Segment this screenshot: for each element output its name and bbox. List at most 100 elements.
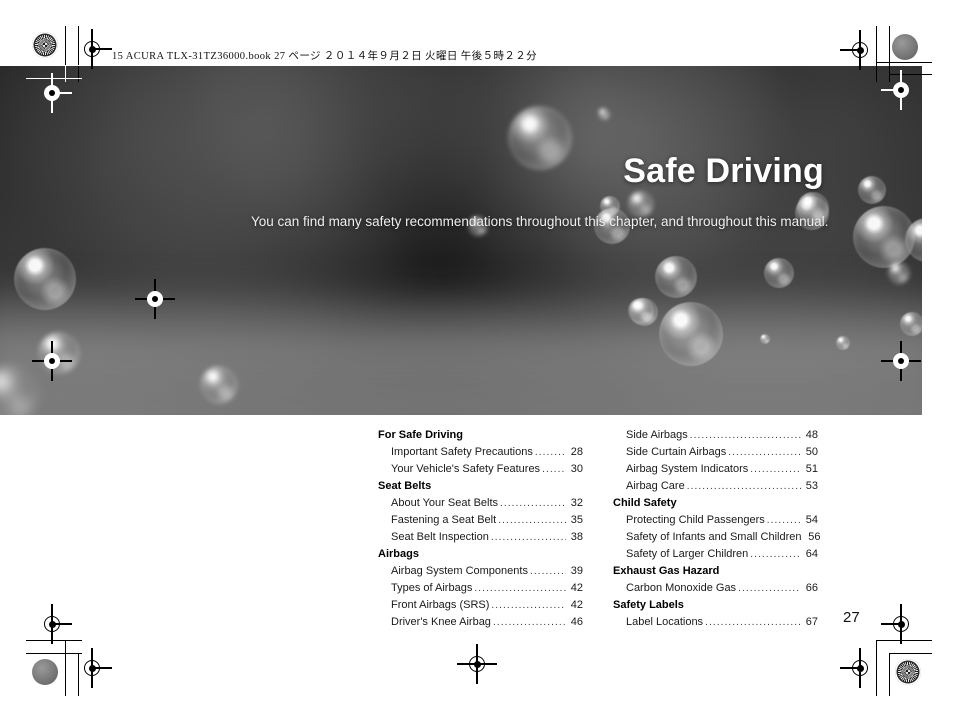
toc-entry[interactable]: Types of Airbags........................…: [378, 580, 583, 597]
toc-right-column: Side Airbags............................…: [613, 427, 821, 631]
toc-entry[interactable]: Side Airbags............................…: [613, 427, 818, 444]
crop-line: [876, 62, 932, 64]
registration-crosshair-icon: [32, 604, 72, 644]
toc-entry-label: Safety of Larger Children: [626, 548, 749, 560]
toc-leader-dots: ........................................…: [766, 515, 801, 526]
crop-line: [78, 26, 80, 82]
toc-entry-page: 28: [570, 446, 583, 458]
toc-entry[interactable]: Front Airbags (SRS).....................…: [378, 597, 583, 614]
bubble: [888, 262, 910, 284]
toc-section-heading: Child Safety: [613, 497, 677, 509]
toc-leader-dots: ........................................…: [750, 464, 801, 475]
toc-entry-page: 66: [805, 582, 818, 594]
toc-leader-dots: ........................................…: [492, 617, 566, 628]
toc-entry[interactable]: Driver's Knee Airbag....................…: [378, 614, 583, 631]
toc-entry-page: 46: [570, 616, 583, 628]
toc-leader-dots: ........................................…: [474, 583, 566, 594]
registration-crosshair-icon: [840, 648, 880, 688]
toc-leader-dots: ........................................…: [689, 430, 801, 441]
toc-entry-label: Airbag Care: [626, 480, 685, 492]
bubble: [659, 302, 723, 366]
bubble: [628, 298, 654, 324]
toc-entry[interactable]: Airbag Care.............................…: [613, 478, 818, 495]
bubble: [858, 176, 886, 204]
toc-entry-page: 50: [805, 446, 818, 458]
toc-entry[interactable]: Your Vehicle's Safety Features..........…: [378, 461, 583, 478]
toc-entry-page: 51: [805, 463, 818, 475]
toc-entry[interactable]: About Your Seat Belts...................…: [378, 495, 583, 512]
toc-entry[interactable]: Carbon Monoxide Gas.....................…: [613, 580, 818, 597]
crop-line: [26, 640, 82, 642]
toc-section-heading: Safety Labels: [613, 599, 684, 611]
gray-density-patch-icon: [892, 34, 918, 60]
toc-leader-dots: ........................................…: [686, 481, 801, 492]
registration-crosshair-icon: [881, 604, 921, 644]
color-registration-star-icon: [895, 659, 921, 685]
toc-entry-label: Side Airbags: [626, 429, 688, 441]
toc-leader-dots: ........................................…: [498, 515, 566, 526]
registration-crosshair-icon: [32, 73, 72, 113]
toc-entry-page: 30: [570, 463, 583, 475]
toc-entry-label: Types of Airbags: [391, 582, 473, 594]
crop-line: [876, 26, 878, 82]
registration-crosshair-icon: [840, 30, 880, 70]
bubble: [655, 256, 697, 298]
registration-crosshair-icon: [457, 644, 497, 684]
color-registration-star-icon: [32, 32, 58, 58]
toc-entry[interactable]: Label Locations.........................…: [613, 614, 818, 631]
crop-line: [889, 653, 891, 696]
toc-entry-page: 42: [570, 599, 583, 611]
toc-entry-label: Fastening a Seat Belt: [391, 514, 497, 526]
toc-entry-label: Airbag System Indicators: [626, 463, 749, 475]
toc-leader-dots: ........................................…: [500, 498, 566, 509]
toc-leader-dots: ........................................…: [529, 566, 566, 577]
registration-crosshair-icon: [72, 648, 112, 688]
toc-entry-label: About Your Seat Belts: [391, 497, 499, 509]
chapter-hero-image: Safe Driving You can find many safety re…: [0, 66, 922, 415]
toc-section-heading: For Safe Driving: [378, 429, 463, 441]
toc-entry-label: Driver's Knee Airbag: [391, 616, 491, 628]
toc-entry[interactable]: Protecting Child Passengers.............…: [613, 512, 818, 529]
crop-line: [26, 65, 82, 67]
bubble: [900, 312, 922, 336]
toc-entry-label: Airbag System Components: [391, 565, 528, 577]
toc-entry-page: 38: [570, 531, 583, 543]
bubble: [598, 108, 610, 120]
toc-entry-label: Seat Belt Inspection: [391, 531, 489, 543]
bubble: [200, 366, 238, 404]
toc-leader-dots: ........................................…: [491, 600, 566, 611]
toc-section-heading: Seat Belts: [378, 480, 432, 492]
toc-leader-dots: ........................................…: [728, 447, 801, 458]
registration-crosshair-icon: [32, 341, 72, 381]
toc-entry[interactable]: Airbag System Indicators................…: [613, 461, 818, 478]
toc-entry-label: Your Vehicle's Safety Features: [391, 463, 541, 475]
toc-entry-page: 53: [805, 480, 818, 492]
toc-entry[interactable]: Seat Belt Inspection....................…: [378, 529, 583, 546]
toc-entry-label: Important Safety Precautions: [391, 446, 533, 458]
bubble: [508, 106, 572, 170]
toc-entry[interactable]: Important Safety Precautions............…: [378, 444, 583, 461]
toc-entry-page: 48: [805, 429, 818, 441]
toc-entry[interactable]: Side Curtain Airbags....................…: [613, 444, 818, 461]
toc-entry[interactable]: Fastening a Seat Belt...................…: [378, 512, 583, 529]
crop-line: [889, 653, 932, 655]
toc-entry-page: 56: [808, 531, 821, 543]
chapter-title: Safe Driving: [623, 152, 824, 190]
page-number: 27: [843, 609, 860, 626]
toc-entry-page: 39: [570, 565, 583, 577]
toc-entry[interactable]: Airbag System Components................…: [378, 563, 583, 580]
toc-entry-label: Safety of Infants and Small Children: [626, 531, 802, 543]
toc-entry[interactable]: Safety of Larger Children...............…: [613, 546, 818, 563]
toc-leader-dots: ........................................…: [542, 464, 566, 475]
toc-leader-dots: ........................................…: [738, 583, 801, 594]
toc-entry-label: Side Curtain Airbags: [626, 446, 727, 458]
registration-crosshair-icon: [881, 70, 921, 110]
toc-entry-page: 54: [805, 514, 818, 526]
toc-entry-label: Protecting Child Passengers: [626, 514, 765, 526]
chapter-subtitle: You can find many safety recommendations…: [251, 214, 829, 229]
toc-entry-label: Label Locations: [626, 616, 704, 628]
toc-entry[interactable]: Safety of Infants and Small Children....…: [613, 529, 821, 546]
crop-line: [876, 640, 932, 642]
toc-entry-page: 32: [570, 497, 583, 509]
registration-crosshair-icon: [135, 279, 175, 319]
